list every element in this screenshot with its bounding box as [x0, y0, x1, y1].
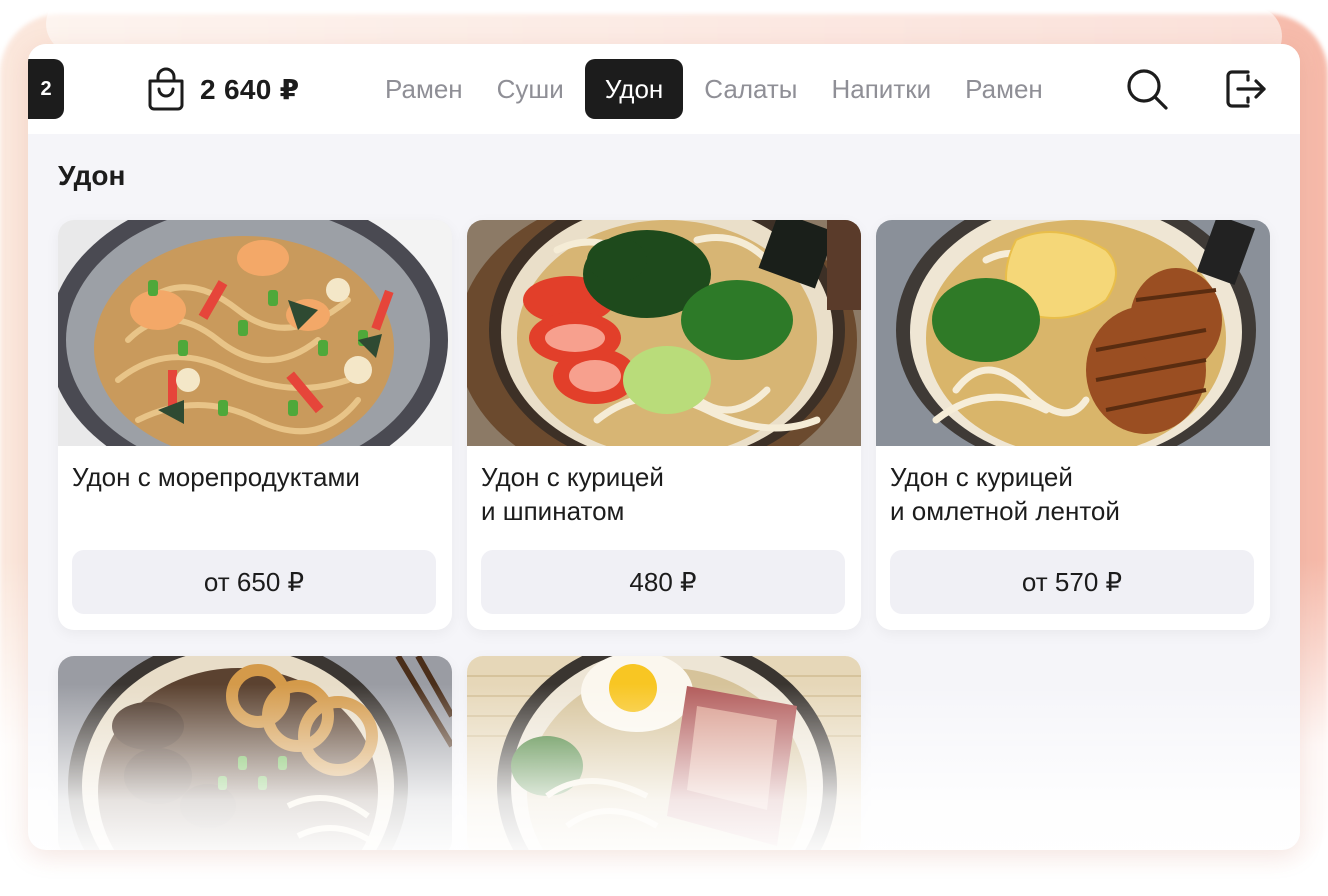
price-button[interactable]: от 650 ₽ [72, 550, 436, 614]
search-icon[interactable] [1124, 66, 1170, 112]
product-photo-chicken-spinach-udon [467, 220, 861, 446]
tab-ramen[interactable]: Рамен [368, 59, 480, 119]
product-name: Удон с курицей и шпинатом [481, 462, 664, 526]
category-tabs: Рамен Суши Удон Салаты Напитки Рамен [368, 59, 1078, 119]
product-name: Удон с курицей и омлетной лентой [890, 462, 1120, 526]
tab-drinks[interactable]: Напитки [814, 59, 948, 119]
app-window: 2 2 640 ₽ Рамен Суши Удон Салаты Напитки… [28, 44, 1300, 850]
table-number-badge[interactable]: 2 [28, 59, 64, 119]
product-name: Удон с морепродуктами [72, 462, 360, 492]
product-photo-duck-udon [467, 656, 861, 850]
top-bar: 2 2 640 ₽ Рамен Суши Удон Салаты Напитки… [28, 44, 1300, 134]
product-photo-chicken-omelette-udon [876, 220, 1270, 446]
tab-salads[interactable]: Салаты [687, 59, 814, 119]
price-button[interactable]: 480 ₽ [481, 550, 845, 614]
logout-icon[interactable] [1222, 66, 1268, 112]
product-card[interactable]: Удон с курицей и шпинатом 480 ₽ [467, 220, 861, 630]
tab-udon[interactable]: Удон [584, 59, 684, 119]
tab-ramen-2[interactable]: Рамен [948, 59, 1060, 119]
product-card[interactable] [58, 656, 452, 850]
product-card[interactable]: Удон с морепродуктами от 650 ₽ [58, 220, 452, 630]
product-card[interactable] [467, 656, 861, 850]
bag-icon [148, 67, 184, 111]
product-card[interactable]: Удон с курицей и омлетной лентой от 570 … [876, 220, 1270, 630]
price-button[interactable]: от 570 ₽ [890, 550, 1254, 614]
tab-sushi[interactable]: Суши [480, 59, 581, 119]
cart-button[interactable]: 2 640 ₽ [146, 66, 299, 112]
product-photo-squid-udon [58, 656, 452, 850]
product-photo-seafood-udon [58, 220, 452, 446]
cart-total: 2 640 ₽ [200, 73, 300, 105]
section-title: Удон [58, 160, 126, 191]
